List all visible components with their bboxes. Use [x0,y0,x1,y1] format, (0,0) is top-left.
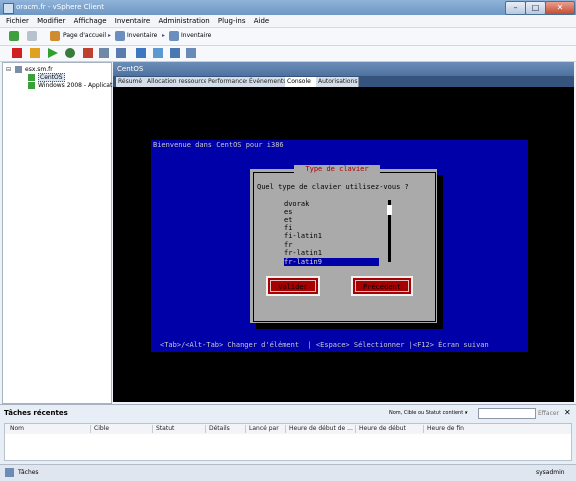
tasks-table-body [4,434,572,461]
precedent-button[interactable]: Précédent [351,276,413,296]
valider-button[interactable]: Valider [266,276,320,296]
maximize-button[interactable]: □ [525,1,546,15]
keyboard-option[interactable]: fi [284,224,292,232]
breadcrumb-home[interactable]: Page d'accueil [63,32,106,39]
back-arrow-icon[interactable] [9,31,19,41]
host-icon [15,66,22,73]
status-bar: Tâches sysadmin [0,464,576,481]
reset-icon[interactable] [65,48,75,58]
col-heure-demande[interactable]: Heure de début de ... [285,425,353,433]
valider-label: Valider [270,280,316,292]
recent-tasks-title: Tâches récentes [4,409,68,417]
col-heure-debut[interactable]: Heure de début [355,425,406,433]
app-icon [3,3,14,14]
snapshot-icon[interactable] [99,48,109,58]
inventory-icon [115,31,125,41]
power-off-icon[interactable] [12,48,22,58]
tasks-icon [5,468,14,477]
breadcrumb-inventory-2[interactable]: Inventaire [181,32,211,39]
tree-host[interactable]: esx.sm.fr [25,66,53,73]
keyboard-option[interactable]: et [284,216,292,224]
close-button[interactable]: ✕ [545,1,575,15]
keyboard-option[interactable]: fr-latin1 [284,249,322,257]
vm-tabs: Résumé Allocation ressource Performances… [113,76,574,87]
keyboard-option[interactable]: es [284,208,292,216]
tab-evenements[interactable]: Événements [247,77,287,87]
revert-snapshot-icon[interactable] [116,48,126,58]
suspend-icon[interactable] [30,48,40,58]
keyboard-option[interactable]: fi-latin1 [284,232,322,240]
menu-affichage[interactable]: Affichage [74,15,107,27]
tab-console[interactable]: Console [285,77,318,87]
menu-plugins[interactable]: Plug-ins [218,15,246,27]
tab-resume[interactable]: Résumé [116,77,147,87]
dialog-title: Type de clavier [294,165,380,174]
col-lance-par[interactable]: Lancé par [245,425,279,433]
col-cible[interactable]: Cible [90,425,109,433]
current-user: sysadmin [536,469,565,476]
vm-title-bar: CentOS [113,62,574,76]
tab-performances[interactable]: Performances [206,77,249,87]
menu-inventaire[interactable]: Inventaire [115,15,150,27]
guest-icon[interactable] [83,48,93,58]
filter-label: Nom, Cible ou Statut contient : [389,410,467,416]
manage-snapshot-icon[interactable] [136,48,146,58]
tasks-button[interactable]: Tâches [18,469,39,476]
vm-running-icon [28,82,35,89]
keyboard-option[interactable]: dvorak [284,200,309,208]
menu-bar: Fichier Modifier Affichage Inventaire Ad… [0,15,576,28]
tab-autorisations[interactable]: Autorisations [316,77,359,87]
keyboard-option[interactable]: fr [284,241,292,249]
menu-administration[interactable]: Administration [158,15,209,27]
forward-arrow-icon[interactable] [27,31,37,41]
cdrom-icon[interactable] [170,48,180,58]
col-heure-fin[interactable]: Heure de fin [423,425,464,433]
menu-fichier[interactable]: Fichier [6,15,29,27]
vm-running-icon [28,74,35,81]
home-icon[interactable] [50,31,60,41]
toolbar [0,46,576,62]
installer-hint: <Tab>/<Alt-Tab> Changer d'élément | <Esp… [160,341,489,349]
dialog-question: Quel type de clavier utilisez-vous ? [257,183,409,191]
breadcrumb-inventory[interactable]: Inventaire [127,32,157,39]
keyboard-option-selected[interactable]: fr-latin9 [284,258,379,266]
tree-vm-centos[interactable]: CentOS [38,73,65,82]
vm-title: CentOS [117,65,144,73]
clear-filter-link[interactable]: Effacer [538,410,559,417]
console-icon[interactable] [153,48,163,58]
inventory-tree: ⊟ esx.sm.fr CentOS Windows 2008 - Applic… [2,62,121,404]
floppy-icon[interactable] [186,48,196,58]
navigation-bar: Page d'accueil ▸ Inventaire ▸ Inventaire [0,28,576,46]
power-on-icon[interactable] [48,48,58,58]
window-titlebar: oracm.fr - vSphere Client – □ ✕ [0,0,576,15]
scrollbar-thumb[interactable] [387,205,392,215]
col-nom[interactable]: Nom [7,425,24,433]
filter-input[interactable] [478,408,536,419]
menu-modifier[interactable]: Modifier [37,15,65,27]
col-statut[interactable]: Statut [152,425,174,433]
inventory-icon [169,31,179,41]
tab-allocation[interactable]: Allocation ressource [145,77,208,87]
col-details[interactable]: Détails [205,425,230,433]
close-panel-icon[interactable]: ✕ [564,408,571,417]
menu-aide[interactable]: Aide [254,15,269,27]
installer-welcome: Bienvenue dans CentOS pour i386 [153,141,284,149]
precedent-label: Précédent [355,280,409,292]
window-title: oracm.fr - vSphere Client [16,3,104,11]
tree-vm-windows[interactable]: Windows 2008 - Application [38,82,121,89]
dialog-frame [253,172,436,322]
minimize-button[interactable]: – [505,1,526,15]
